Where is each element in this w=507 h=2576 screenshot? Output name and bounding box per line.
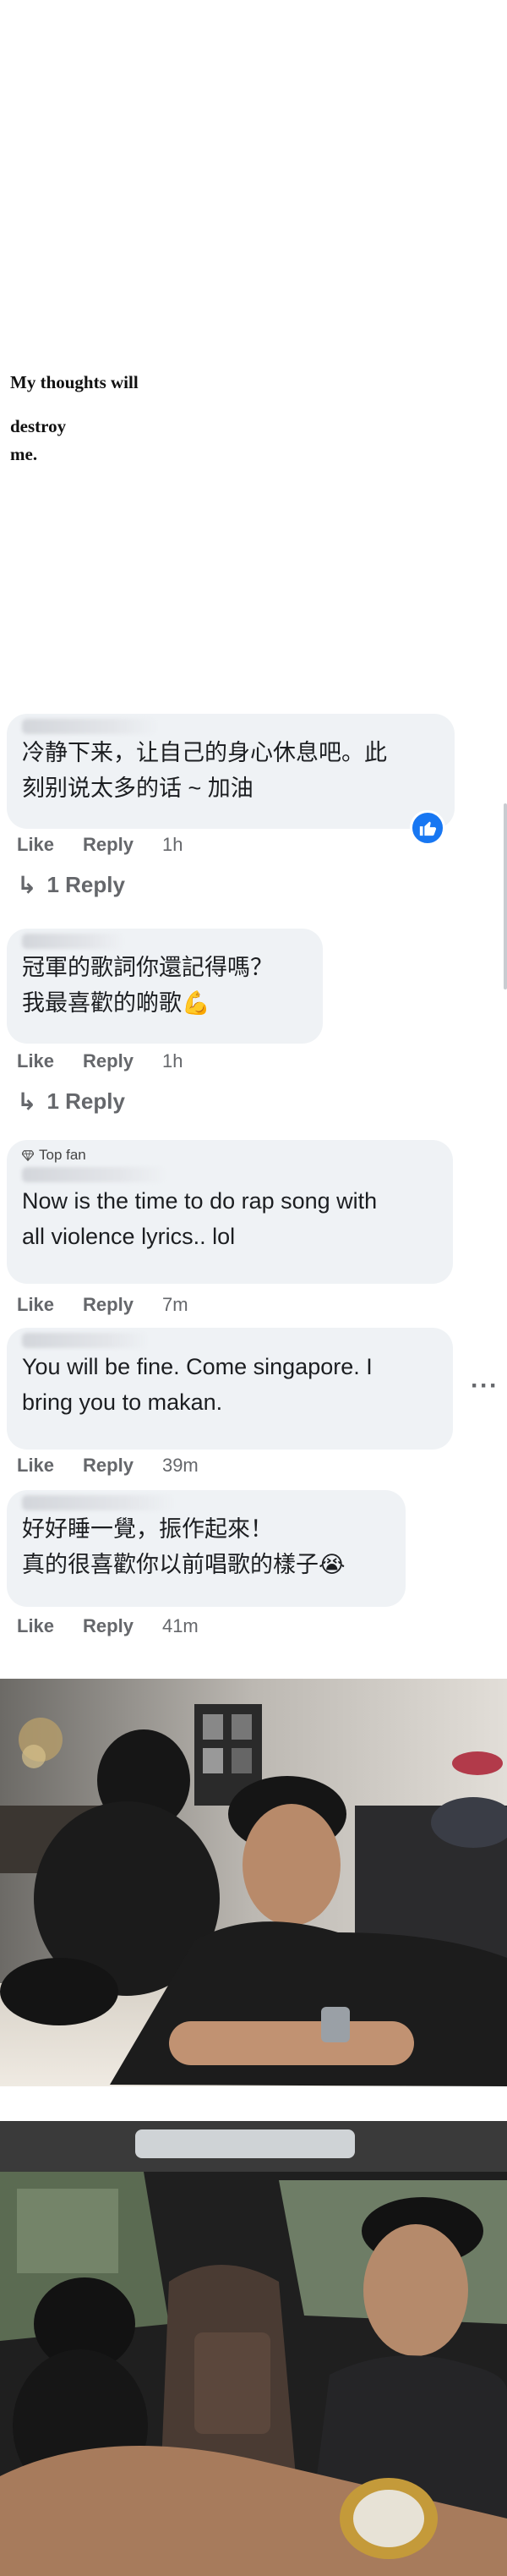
photo-man-with-poodle-on-rug[interactable] bbox=[0, 1679, 507, 2086]
commenter-name-blurred[interactable] bbox=[22, 1495, 174, 1510]
photo-man-with-poodle-in-car[interactable] bbox=[0, 2121, 507, 2576]
comment-time: 41m bbox=[161, 1615, 199, 1636]
comment-text: Now is the time to do rap song with all … bbox=[22, 1188, 378, 1249]
replies-count: 1 Reply bbox=[46, 1088, 125, 1114]
comment-bubble: 冷静下来，让自己的身心休息吧。此 刻别说太多的话 ~ 加油 bbox=[7, 714, 455, 829]
comment-time: 1h bbox=[161, 834, 183, 855]
comment-actions: Like Reply 41m bbox=[17, 1615, 199, 1637]
reply-button[interactable]: Reply bbox=[83, 1050, 134, 1072]
commenter-name-blurred[interactable] bbox=[22, 719, 157, 734]
diamond-icon bbox=[22, 1150, 34, 1161]
reply-arrow-icon: ↳ bbox=[17, 1088, 37, 1115]
comment-time: 39m bbox=[161, 1455, 199, 1476]
quote-text: My thoughts will destroy me. bbox=[10, 369, 139, 469]
commenter-name-blurred[interactable] bbox=[22, 934, 123, 949]
comment-actions: Like Reply 7m bbox=[17, 1294, 188, 1316]
comment-actions: Like Reply 39m bbox=[17, 1455, 199, 1477]
like-button[interactable]: Like bbox=[17, 1455, 54, 1477]
view-replies-link[interactable]: ↳ 1 Reply bbox=[17, 1088, 125, 1115]
reply-arrow-icon: ↳ bbox=[17, 872, 37, 898]
comment-bubble: Top fan Now is the time to do rap song w… bbox=[7, 1140, 453, 1284]
badge-label: Top fan bbox=[39, 1147, 86, 1163]
top-fan-badge: Top fan bbox=[22, 1147, 438, 1164]
reply-button[interactable]: Reply bbox=[83, 834, 134, 856]
comment-text: 冷静下来，让自己的身心休息吧。此 刻别说太多的话 ~ 加油 bbox=[22, 740, 387, 801]
comment-text: 好好睡一覺，振作起來！ 真的很喜歡你以前唱歌的樣子😭 bbox=[22, 1516, 346, 1577]
scrollbar[interactable] bbox=[504, 803, 507, 989]
quote-line-2: destroy bbox=[10, 415, 67, 436]
comment-text: 冠軍的歌詞你還記得嗎？ 我最喜歡的啲歌💪 bbox=[22, 955, 273, 1016]
view-replies-link[interactable]: ↳ 1 Reply bbox=[17, 871, 125, 899]
comment-time: 1h bbox=[161, 1050, 183, 1072]
like-button[interactable]: Like bbox=[17, 1050, 54, 1072]
quote-line-1: My thoughts will bbox=[10, 372, 139, 392]
gold-watch-icon bbox=[340, 2478, 438, 2559]
like-button[interactable]: Like bbox=[17, 1615, 54, 1637]
commenter-name-blurred[interactable] bbox=[22, 1167, 166, 1182]
comment-actions: Like Reply 1h bbox=[17, 834, 183, 856]
comment-time: 7m bbox=[161, 1294, 188, 1315]
thumbs-up-icon[interactable] bbox=[410, 810, 445, 846]
reply-button[interactable]: Reply bbox=[83, 1615, 134, 1637]
comment-bubble: 好好睡一覺，振作起來！ 真的很喜歡你以前唱歌的樣子😭 bbox=[7, 1490, 406, 1607]
quote-line-3: me. bbox=[10, 444, 38, 465]
comment-text: You will be fine. Come singapore. I brin… bbox=[22, 1354, 373, 1415]
replies-count: 1 Reply bbox=[46, 872, 125, 897]
comment-bubble: You will be fine. Come singapore. I brin… bbox=[7, 1328, 453, 1450]
like-button[interactable]: Like bbox=[17, 834, 54, 856]
comment-actions: Like Reply 1h bbox=[17, 1050, 183, 1072]
commenter-name-blurred[interactable] bbox=[22, 1333, 149, 1348]
reply-button[interactable]: Reply bbox=[83, 1455, 134, 1477]
like-button[interactable]: Like bbox=[17, 1294, 54, 1316]
reply-button[interactable]: Reply bbox=[83, 1294, 134, 1316]
comment-bubble: 冠軍的歌詞你還記得嗎？ 我最喜歡的啲歌💪 bbox=[7, 929, 323, 1044]
more-options-icon[interactable]: ··· bbox=[471, 1372, 499, 1400]
